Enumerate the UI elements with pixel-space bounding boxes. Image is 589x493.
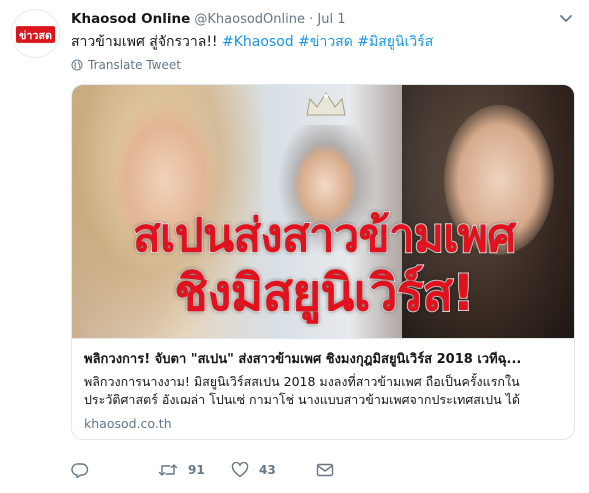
author-name[interactable]: Khaosod Online [71, 11, 190, 27]
reply-button[interactable] [71, 462, 158, 478]
khaosod-logo: ข่าวสด [12, 10, 59, 57]
card-title: พลิกวงการ! จับตา "สเปน" ส่งสาวข้ามเพศ ชิ… [84, 352, 522, 367]
svg-text:ข่าวสด: ข่าวสด [19, 28, 52, 41]
reply-icon [71, 463, 89, 478]
tweet-actions: 91 43 [71, 460, 334, 480]
direct-message-button[interactable] [316, 463, 334, 477]
crown-icon [306, 92, 346, 116]
hashtag-link[interactable]: #มิสยูนิเวิร์ส [357, 34, 433, 50]
card-domain: khaosod.co.th [84, 416, 172, 431]
retweet-count: 91 [188, 463, 205, 477]
like-count: 43 [259, 463, 276, 477]
card-image[interactable]: สเปนส่งสาวข้ามเพศ ชิงมิสยูนิเวิร์ส! [72, 85, 574, 338]
hashtag-link[interactable]: #Khaosod [222, 34, 294, 50]
tweet-text: สาวข้ามเพศ สู่จักรวาล!! #Khaosod #ข่าวสด… [71, 32, 573, 52]
card-description: พลิกวงการนางงาม! มิสยูนิเวิร์สสเปน 2018 … [84, 374, 521, 407]
card-body[interactable]: พลิกวงการ! จับตา "สเปน" ส่งสาวข้ามเพศ ชิ… [72, 338, 574, 439]
tweet-timestamp[interactable]: Jul 1 [317, 12, 345, 27]
image-headline-line-1: สเปนส่งสาวข้ามเพศ [132, 207, 518, 263]
retweet-button[interactable]: 91 [158, 462, 231, 478]
retweet-icon [158, 464, 178, 476]
tweet: ข่าวสด Khaosod Online @KhaosodOnline · J… [0, 0, 589, 493]
translate-tweet-button[interactable]: Translate Tweet [71, 57, 181, 73]
hashtag-link[interactable]: #ข่าวสด [298, 34, 353, 50]
tweet-header: Khaosod Online @KhaosodOnline · Jul 1 [71, 10, 549, 29]
image-headline-line-2: ชิงมิสยูนิเวิร์ส! [173, 263, 476, 323]
separator-dot: · [309, 12, 314, 27]
translate-label: Translate Tweet [88, 58, 181, 72]
tweet-text-plain: สาวข้ามเพศ สู่จักรวาล!! [71, 34, 218, 50]
heart-icon [231, 462, 249, 478]
like-button[interactable]: 43 [231, 462, 316, 478]
globe-icon [71, 59, 83, 71]
author-handle[interactable]: @KhaosodOnline [194, 12, 305, 27]
link-card[interactable]: สเปนส่งสาวข้ามเพศ ชิงมิสยูนิเวิร์ส! พลิก… [71, 84, 575, 440]
chevron-down-icon[interactable] [559, 14, 573, 24]
avatar[interactable]: ข่าวสด [11, 9, 60, 58]
envelope-icon [316, 463, 334, 477]
